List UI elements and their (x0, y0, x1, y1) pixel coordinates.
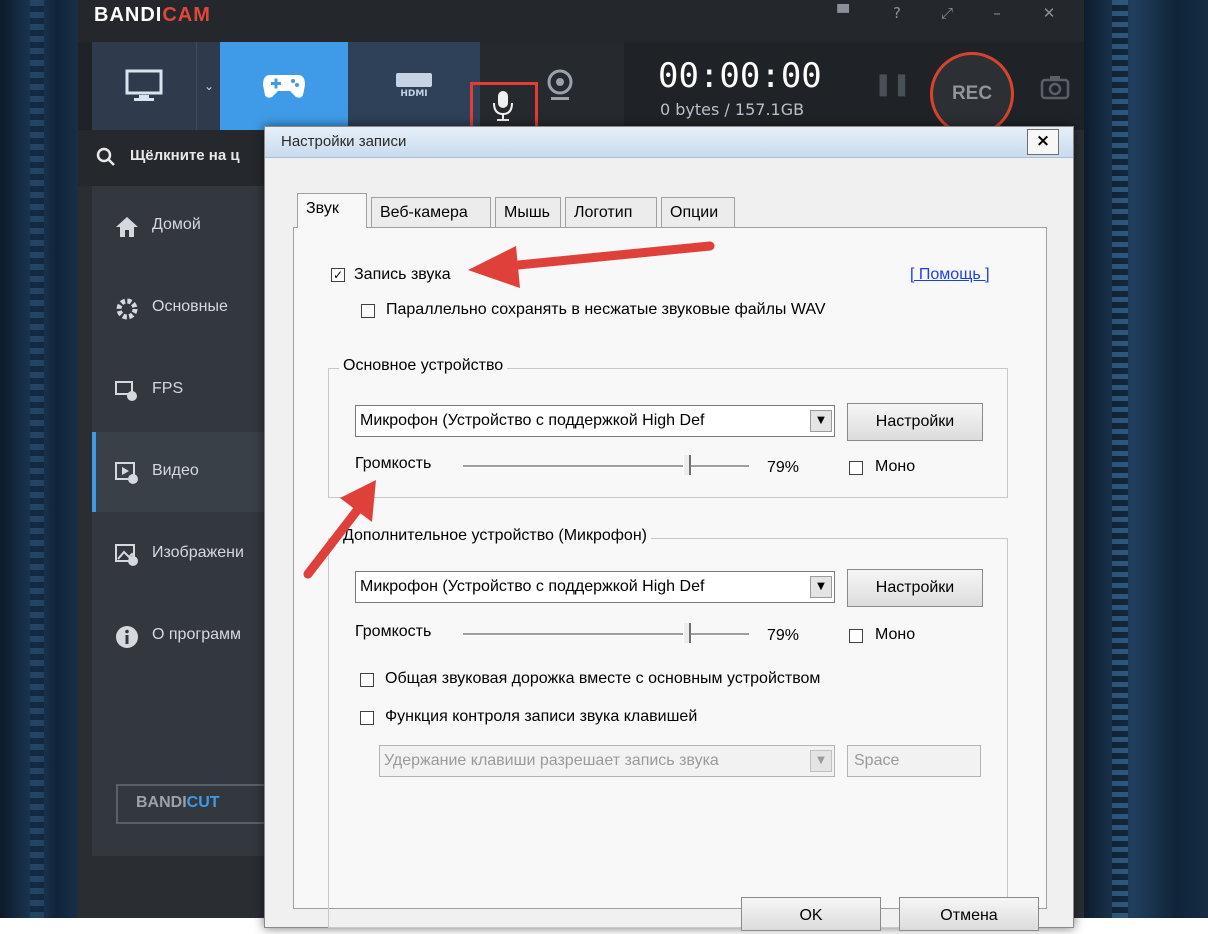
slider-thumb[interactable] (683, 623, 691, 643)
home-icon (116, 217, 138, 237)
minimize-icon[interactable]: – (984, 4, 1010, 26)
chevron-down-icon[interactable]: ▼ (810, 750, 832, 772)
slider-thumb[interactable] (683, 455, 691, 475)
close-window-icon[interactable]: ✕ (1036, 4, 1062, 26)
sidebar-item-label: Видео (152, 462, 199, 479)
secondary-volume-label: Громкость (355, 623, 432, 640)
secondary-device-value: Микрофон (Устройство с поддержкой High D… (360, 578, 705, 595)
cancel-button[interactable]: Отмена (899, 897, 1039, 931)
secondary-settings-button[interactable]: Настройки (847, 569, 983, 607)
sidebar-item-label: FPS (152, 380, 184, 397)
background-art-left (0, 0, 80, 918)
search-placeholder: Щёлкните на ц (130, 147, 240, 164)
tab-sound[interactable]: Звук (297, 193, 367, 228)
restore-icon[interactable]: ⤢ (934, 4, 960, 26)
wav-checkbox[interactable] (361, 304, 375, 318)
video-icon (115, 462, 138, 484)
ok-button[interactable]: OK (741, 897, 881, 931)
primary-mono-label: Моно (875, 458, 916, 475)
primary-device-group: Основное устройство Микрофон (Устройство… (328, 357, 1008, 498)
hotkey-checkbox[interactable] (360, 711, 374, 725)
tab-logo[interactable]: Логотип (565, 197, 657, 227)
primary-volume-slider[interactable] (463, 455, 749, 477)
annotation-arrow-record-sound (468, 241, 715, 288)
dialog-title-bar: Настройки записи × (265, 127, 1073, 158)
background-art-right (1082, 0, 1208, 918)
close-icon[interactable]: × (1027, 129, 1059, 155)
hotkey-mode-value: Удержание клавиши разрешает запись звука (384, 752, 719, 769)
hdmi-mode-button[interactable]: HDMI (348, 42, 480, 130)
slider-track (463, 465, 749, 468)
primary-device-select[interactable]: Микрофон (Устройство с поддержкой High D… (355, 405, 835, 437)
app-logo: BANDICAM (94, 4, 211, 26)
primary-device-title: Основное устройство (339, 357, 508, 375)
secondary-mono-label: Моно (875, 626, 916, 643)
primary-settings-button[interactable]: Настройки (847, 403, 983, 441)
webcam-icon (547, 69, 573, 100)
hdmi-icon: HDMI (396, 73, 432, 99)
info-icon (116, 626, 138, 648)
menu-icon[interactable]: ▀ (830, 4, 856, 26)
image-icon (115, 544, 138, 566)
hotkey-label: Функция контроля записи звука клавишей (385, 708, 698, 725)
recording-status: 00:00:00 0 bytes / 157.1GB (644, 42, 854, 130)
hotkey-key-field[interactable]: Space (847, 745, 981, 777)
mode-toolbar: ⌄ HDMI 00:00:00 0 bytes / 157.1GB ❚❚ REC (78, 42, 1084, 136)
pause-icon[interactable]: ❚❚ (874, 72, 911, 102)
primary-mono-checkbox[interactable] (849, 461, 863, 475)
search-icon (96, 147, 115, 166)
hotkey-key-value: Space (854, 752, 900, 769)
screen-mode-button[interactable] (92, 42, 196, 130)
tab-options[interactable]: Опции (661, 197, 735, 227)
help-link[interactable]: [ Помощь ] (910, 266, 990, 284)
monitor-icon (125, 69, 163, 101)
help-icon[interactable]: ? (884, 4, 910, 26)
file-size-readout: 0 bytes / 157.1GB (660, 100, 805, 119)
primary-volume-value: 79% (767, 459, 800, 476)
recording-timer: 00:00:00 (658, 56, 822, 96)
sound-tab-panel: ✓ Запись звука [ Помощь ] Параллельно со… (293, 227, 1047, 928)
record-button[interactable]: REC (930, 52, 1014, 136)
chevron-down-icon[interactable]: ⌄ (196, 42, 221, 130)
sidebar-item-label: Домой (152, 216, 201, 233)
chevron-down-icon[interactable]: ▼ (810, 576, 832, 598)
sidebar-item-label: Изображени (152, 544, 244, 561)
slider-track (463, 633, 749, 636)
mix-track-label: Общая звуковая дорожка вместе с основным… (385, 670, 821, 687)
primary-device-value: Микрофон (Устройство с поддержкой High D… (360, 412, 705, 429)
gamepad-icon (263, 75, 305, 98)
secondary-mono-checkbox[interactable] (849, 629, 863, 643)
sidebar-item-label: Основные (152, 298, 228, 315)
tab-mouse[interactable]: Мышь (495, 197, 561, 227)
annotation-arrow-volume (303, 480, 376, 579)
secondary-device-select[interactable]: Микрофон (Устройство с поддержкой High D… (355, 571, 835, 603)
webcam-button[interactable] (526, 42, 624, 130)
gear-icon (116, 298, 138, 320)
hotkey-mode-select[interactable]: Удержание клавиши разрешает запись звука… (379, 745, 835, 777)
dialog-title: Настройки записи (281, 133, 407, 150)
secondary-volume-slider[interactable] (463, 623, 749, 645)
title-bar: BANDICAM ▀ ? ⤢ – ✕ (78, 0, 1084, 42)
record-sound-checkbox[interactable]: ✓ (331, 268, 345, 282)
secondary-volume-value: 79% (767, 627, 800, 644)
sidebar-item-label: О программ (152, 626, 241, 643)
primary-volume-label: Громкость (355, 455, 432, 472)
fps-icon (115, 381, 137, 401)
secondary-device-group: Дополнительное устройство (Микрофон) Мик… (328, 527, 1008, 928)
record-label: REC (951, 83, 993, 104)
record-sound-label: Запись звука (354, 266, 451, 283)
tab-webcam[interactable]: Веб-камера (371, 197, 491, 227)
camera-icon[interactable] (1040, 74, 1070, 100)
wav-label: Параллельно сохранять в несжатые звуковы… (386, 301, 826, 318)
mix-track-checkbox[interactable] (360, 673, 374, 687)
chevron-down-icon[interactable]: ▼ (810, 410, 832, 432)
game-mode-button[interactable] (220, 42, 348, 130)
